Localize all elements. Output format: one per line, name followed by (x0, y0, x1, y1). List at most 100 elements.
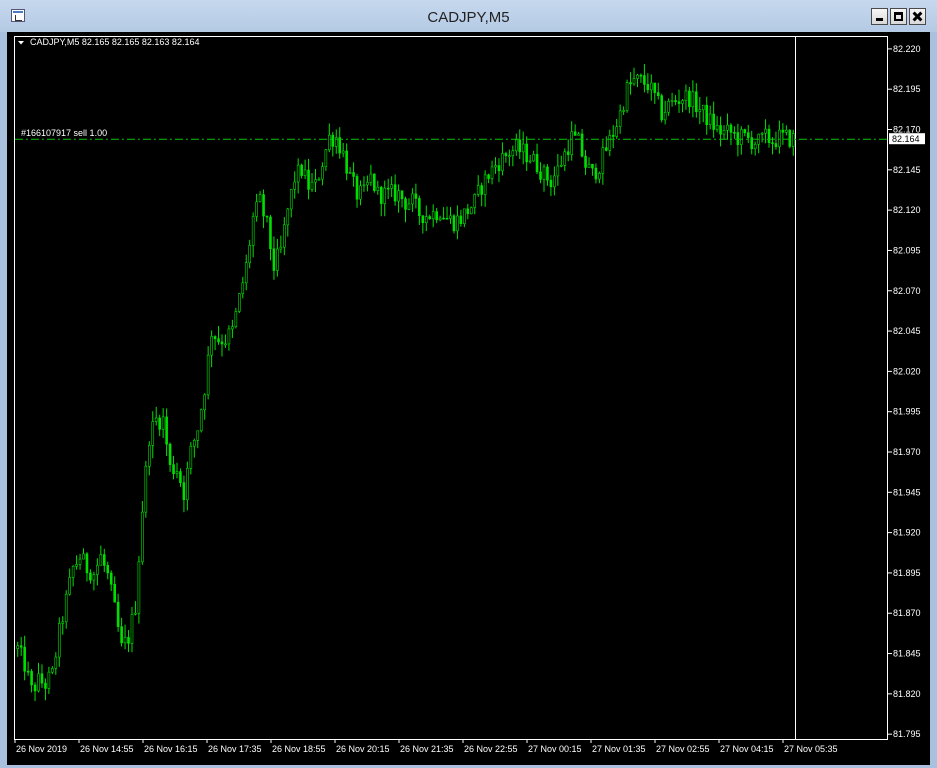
candle-body (137, 561, 141, 614)
info-dropdown-icon[interactable] (18, 41, 24, 45)
candle-body (303, 169, 307, 176)
candle-body (96, 564, 99, 575)
candle-body (40, 673, 44, 684)
candle-body (168, 443, 172, 465)
candle-body (276, 248, 279, 271)
close-button[interactable] (909, 8, 926, 25)
candle-body (241, 282, 245, 294)
maximize-button[interactable] (890, 8, 907, 25)
candle-body (300, 164, 303, 176)
x-tick-label: 27 Nov 00:15 (528, 744, 582, 754)
y-tick-label: 81.970 (893, 447, 921, 457)
candle-body (438, 217, 442, 221)
candle-body (147, 445, 151, 467)
candle-body (622, 110, 625, 112)
candle-body (535, 154, 539, 173)
candle-body (151, 421, 155, 446)
candle-body (175, 471, 179, 474)
candle-body (161, 416, 165, 430)
candle-body (179, 471, 182, 483)
y-tick-label: 81.945 (893, 487, 921, 497)
candle-body (501, 153, 504, 172)
y-tick-label: 82.020 (893, 366, 921, 376)
candle-body (92, 574, 96, 581)
candle-body (646, 84, 650, 91)
x-tick-label: 27 Nov 05:35 (784, 744, 838, 754)
chart-window[interactable]: #166107917 sell 1.00 CADJPY,M5 82.165 82… (7, 32, 930, 765)
candle-body (255, 201, 258, 217)
candle-body (244, 262, 248, 284)
candle-body (411, 193, 414, 205)
current-price-label: 82.164 (892, 134, 920, 144)
candle-body (473, 194, 477, 208)
candle-body (525, 143, 528, 163)
x-tick-label: 26 Nov 14:55 (80, 744, 134, 754)
minimize-button[interactable] (871, 8, 888, 25)
x-tick-label: 26 Nov 18:55 (272, 744, 326, 754)
candle-body (206, 354, 210, 396)
candle-body (23, 646, 26, 672)
candle-body (324, 149, 328, 168)
y-tick-label: 82.195 (893, 84, 921, 94)
candle-body (120, 626, 123, 644)
candle-body (116, 601, 120, 627)
candle-body (383, 187, 387, 204)
candle-body (611, 135, 615, 137)
candle-body (352, 172, 355, 177)
candle-body (75, 564, 78, 567)
candle-body (521, 143, 525, 153)
y-tick-label: 81.795 (893, 729, 921, 739)
candle-body (251, 216, 255, 246)
candle-body (418, 198, 421, 216)
x-tick-label: 26 Nov 17:35 (208, 744, 262, 754)
candle-body (733, 132, 736, 134)
candle-body (740, 129, 743, 145)
candle-body (601, 147, 605, 174)
candle-body (26, 670, 30, 673)
candle-body (68, 577, 71, 595)
candle-body (227, 328, 231, 345)
candle-body (636, 74, 639, 79)
candle-body (64, 593, 68, 623)
price-chart[interactable]: #166107917 sell 1.00 CADJPY,M5 82.165 82… (7, 32, 930, 765)
x-tick-label: 27 Nov 02:55 (656, 744, 710, 754)
candle-body (490, 166, 494, 179)
candle-body (598, 173, 601, 180)
x-tick-label: 26 Nov 21:35 (400, 744, 454, 754)
candle-body (459, 215, 463, 224)
candle-body (542, 166, 546, 180)
candle-body (355, 176, 359, 200)
candle-body (660, 95, 664, 121)
candle-body (54, 656, 58, 669)
title-bar[interactable]: CADJPY,M5 (0, 0, 937, 32)
candle-body (708, 113, 712, 126)
order-label: #166107917 sell 1.00 (21, 128, 107, 138)
candle-body (508, 155, 511, 157)
candle-body (497, 165, 501, 172)
candle-body (123, 637, 127, 644)
candle-body (587, 163, 591, 168)
candle-body (736, 132, 740, 145)
candle-body (141, 511, 144, 563)
candle-body (698, 109, 702, 112)
x-tick-label: 26 Nov 22:55 (464, 744, 518, 754)
candle-body (594, 167, 598, 180)
candle-body (667, 101, 670, 113)
candle-body (729, 124, 733, 133)
candle-body (674, 100, 677, 102)
y-tick-label: 82.170 (893, 125, 921, 135)
candle-body (688, 90, 691, 108)
candle-body (580, 133, 584, 157)
candle-body (577, 133, 580, 136)
candle-body (650, 82, 653, 91)
candle-body (217, 338, 220, 343)
candle-body (85, 553, 89, 574)
candle-body (608, 135, 612, 151)
candle-body (591, 163, 594, 169)
candle-body (456, 215, 459, 232)
candle-body (719, 125, 722, 135)
candle-body (549, 179, 553, 188)
candle-body (30, 671, 33, 686)
candle-body (463, 208, 466, 224)
candle-body (767, 128, 771, 143)
